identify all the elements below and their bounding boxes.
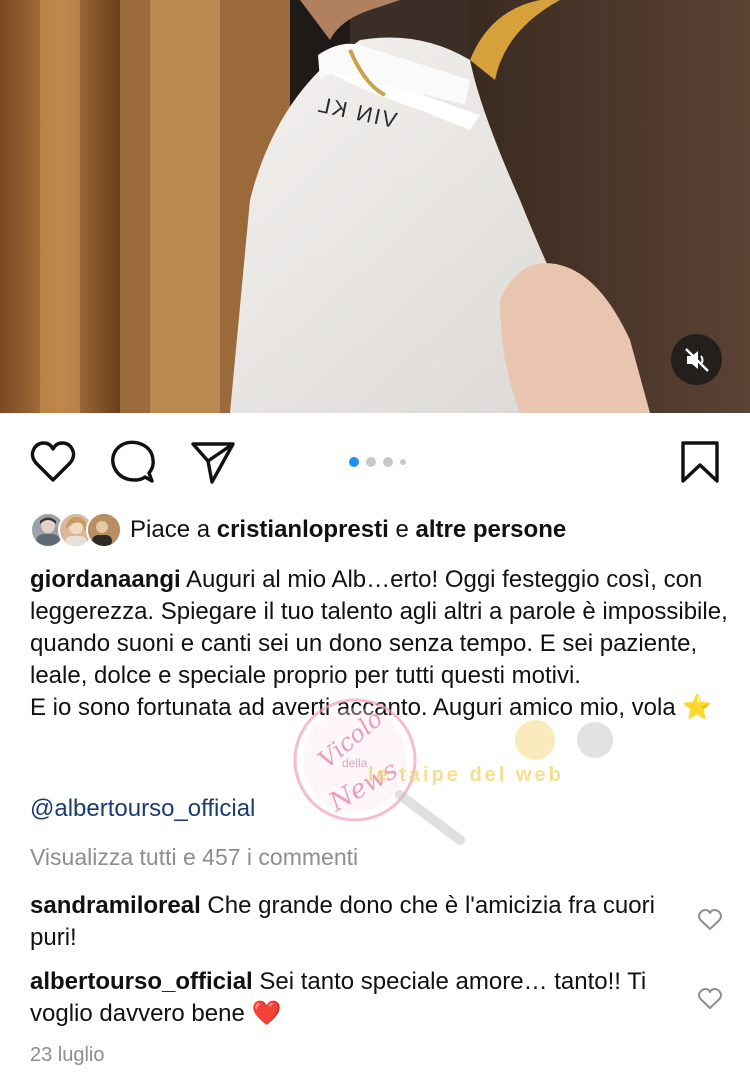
post-photo: VIN KL [0, 0, 750, 413]
heart-outline-icon [698, 988, 722, 1009]
post-date: 23 luglio [30, 1044, 105, 1066]
view-all-comments-link[interactable]: Visualizza tutti e 457 i commenti [30, 844, 358, 871]
comment-bubble-icon [111, 440, 155, 483]
carousel-indicator [349, 457, 406, 467]
avatar [86, 512, 122, 548]
likes-connector: e [388, 516, 416, 543]
mute-button[interactable] [671, 334, 722, 385]
liker-avatars [30, 512, 122, 548]
comment-username[interactable]: albertourso_official [30, 968, 253, 995]
like-button[interactable] [30, 440, 76, 489]
speaker-muted-icon [684, 347, 709, 372]
caption-mention[interactable]: @albertourso_official [30, 795, 255, 823]
carousel-dot [366, 457, 376, 467]
carousel-dot [400, 459, 406, 465]
likes-row[interactable]: Piace a cristianlopresti e altre persone [30, 510, 566, 550]
comment-item: sandramiloreal Che grande dono che è l'a… [30, 890, 670, 954]
save-button[interactable] [680, 440, 720, 489]
post-media[interactable]: VIN KL [0, 0, 750, 413]
comment-username[interactable]: sandramiloreal [30, 892, 201, 919]
caption-text-2: E io sono fortunata ad averti accanto. A… [30, 694, 713, 721]
likes-text: Piace a cristianlopresti e altre persone [130, 516, 566, 544]
share-button[interactable] [190, 440, 236, 489]
paper-plane-icon [191, 442, 235, 484]
heart-outline-icon [698, 909, 722, 930]
comment-button[interactable] [110, 440, 156, 489]
liker-username[interactable]: cristianlopresti [217, 516, 389, 543]
post-caption: giordanaangi Auguri al mio Alb…erto! Ogg… [30, 564, 730, 724]
comment-like-button[interactable] [697, 987, 723, 1016]
carousel-dot [383, 457, 393, 467]
bookmark-outline-icon [681, 441, 719, 483]
watermark-text-3: News [323, 755, 403, 818]
comment-item: albertourso_official Sei tanto speciale … [30, 966, 670, 1030]
comment-like-button[interactable] [697, 908, 723, 937]
watermark-text-2: della [342, 756, 368, 770]
watermark-banner: le taipe del web [368, 764, 564, 786]
caption-username[interactable]: giordanaangi [30, 566, 181, 593]
carousel-dot [349, 457, 359, 467]
heart-outline-icon [30, 441, 76, 482]
likes-prefix: Piace a [130, 516, 217, 543]
likes-others-link[interactable]: altre persone [415, 516, 566, 543]
